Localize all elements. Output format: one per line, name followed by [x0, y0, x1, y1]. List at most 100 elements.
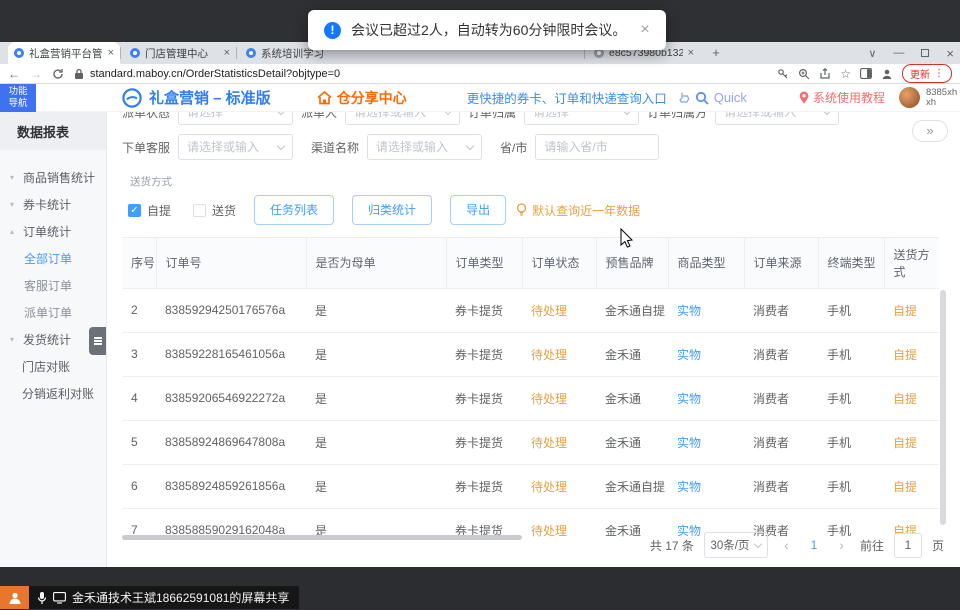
- table-row: 3 83859228165461056a 是 券卡提货 待处理 金禾通 实物 消…: [122, 332, 939, 376]
- toast-close-icon[interactable]: ×: [640, 21, 649, 39]
- share-center-label: 仓分享中心: [337, 88, 407, 108]
- sidebar-collapse-handle[interactable]: [89, 327, 106, 355]
- order-owner-party-input[interactable]: [724, 112, 818, 119]
- chevron-down-icon: [277, 112, 285, 115]
- col-order-source[interactable]: 订单来源: [744, 238, 818, 288]
- profile-icon[interactable]: [881, 68, 893, 80]
- order-owner-select[interactable]: [524, 112, 639, 125]
- share-icon[interactable]: [819, 68, 831, 80]
- province-city-input[interactable]: [544, 140, 650, 154]
- tab-close-icon[interactable]: ×: [688, 47, 694, 59]
- checkbox-checked-icon[interactable]: ✓: [128, 204, 141, 217]
- cell-product-type-link[interactable]: 实物: [668, 464, 744, 508]
- channel-name-select[interactable]: [367, 134, 482, 160]
- col-ship-method[interactable]: 送货方式: [884, 238, 939, 288]
- vertical-scrollbar[interactable]: [940, 290, 946, 525]
- chrome-update-chip[interactable]: 更新 ⋮: [902, 64, 952, 83]
- order-owner-party-select[interactable]: [715, 112, 839, 125]
- browser-tab-2[interactable]: 门店管理中心 ×: [124, 42, 236, 64]
- channel-name-input[interactable]: [376, 140, 461, 154]
- sidebar-item-order-stats[interactable]: ▴ 订单统计: [0, 218, 106, 245]
- warehouse-icon: [317, 91, 332, 105]
- col-is-parent[interactable]: 是否为母单: [306, 238, 446, 288]
- sidebar-item-store-reconcile[interactable]: 门店对账: [0, 353, 106, 380]
- pickup-checkbox[interactable]: ✓ 自提: [128, 202, 171, 219]
- col-order-type[interactable]: 订单类型: [446, 238, 522, 288]
- function-nav-toggle[interactable]: 功能 导航: [0, 84, 36, 112]
- col-order-no[interactable]: 订单号: [156, 238, 306, 288]
- bookmark-star-icon[interactable]: ☆: [840, 67, 851, 81]
- order-owner-input[interactable]: [533, 112, 618, 119]
- prev-page-button[interactable]: ‹: [778, 537, 795, 553]
- cell-order-status: 待处理: [522, 420, 596, 464]
- forward-icon[interactable]: →: [30, 67, 42, 81]
- expand-filters-button[interactable]: »: [912, 120, 948, 142]
- goto-page-input[interactable]: [894, 533, 922, 558]
- cell-product-type-link[interactable]: 实物: [668, 420, 744, 464]
- cell-presale-brand: 金禾通自提: [596, 288, 668, 332]
- cell-is-parent: 是: [306, 376, 446, 420]
- sidebar-item-dispatch-orders[interactable]: 派单订单: [0, 299, 106, 326]
- col-index[interactable]: 序号: [122, 238, 156, 288]
- category-stats-button[interactable]: 归类统计: [352, 195, 432, 225]
- minimize-button[interactable]: —: [893, 47, 904, 59]
- restore-button[interactable]: [921, 49, 929, 57]
- tutorial-link[interactable]: 系统使用教程: [799, 89, 885, 106]
- controls-row: ✓ 自提 送货 任务列表 归类统计 导出 默认查询近一年数据: [128, 195, 960, 225]
- zoom-icon[interactable]: [798, 68, 810, 80]
- tab-divider: [236, 47, 237, 59]
- query-tip-text: 默认查询近一年数据: [532, 202, 640, 219]
- cell-order-status: 待处理: [522, 288, 596, 332]
- dispatcher-input[interactable]: [354, 112, 439, 119]
- chrome-menu-icon[interactable]: ⋮: [934, 68, 944, 79]
- close-window-button[interactable]: ×: [946, 46, 954, 61]
- tab-search-icon[interactable]: ∨: [868, 47, 876, 60]
- tab-close-icon[interactable]: ×: [108, 47, 114, 59]
- dispatcher-select[interactable]: [345, 112, 460, 125]
- split-view-icon[interactable]: [860, 68, 872, 79]
- back-icon[interactable]: ←: [8, 67, 20, 81]
- dispatch-status-input[interactable]: [187, 112, 272, 119]
- service-agent-select[interactable]: [178, 134, 293, 160]
- key-icon[interactable]: [777, 68, 789, 80]
- pagination: 共 17 条 30条/页 ‹ 1 › 前往 页: [650, 532, 944, 558]
- share-center-link[interactable]: 仓分享中心: [317, 88, 407, 108]
- person-icon: [8, 591, 22, 605]
- horizontal-scrollbar[interactable]: [122, 535, 522, 540]
- quick-entry-text: 更快捷的券卡、订单和快递查询入口: [467, 88, 667, 107]
- sidebar-item-all-orders[interactable]: 全部订单: [0, 245, 106, 272]
- microphone-icon[interactable]: [37, 591, 47, 605]
- col-order-status[interactable]: 订单状态: [522, 238, 596, 288]
- chevron-down-icon: [623, 112, 631, 115]
- dispatch-status-select[interactable]: [178, 112, 293, 125]
- quick-search[interactable]: Quick: [677, 90, 747, 105]
- sidebar-item-coupon-stats[interactable]: ▾ 券卡统计: [0, 191, 106, 218]
- lock-icon[interactable]: [74, 68, 84, 80]
- col-terminal-type[interactable]: 终端类型: [818, 238, 884, 288]
- task-list-button[interactable]: 任务列表: [254, 195, 334, 225]
- sidebar-item-product-sales[interactable]: ▾ 商品销售统计: [0, 164, 106, 191]
- next-page-button[interactable]: ›: [833, 537, 850, 553]
- tab-close-icon[interactable]: ×: [224, 47, 230, 59]
- col-product-type[interactable]: 商品类型: [668, 238, 744, 288]
- delivery-checkbox[interactable]: 送货: [193, 202, 236, 219]
- reload-icon[interactable]: [52, 68, 64, 80]
- cell-product-type-link[interactable]: 实物: [668, 288, 744, 332]
- checkbox-unchecked-icon[interactable]: [193, 204, 206, 217]
- screen-share-icon[interactable]: [53, 592, 66, 604]
- app-title: 礼盒营销 – 标准版: [149, 87, 271, 108]
- service-agent-input[interactable]: [187, 140, 272, 154]
- province-city-field[interactable]: [535, 134, 659, 160]
- new-tab-button[interactable]: +: [708, 45, 724, 61]
- current-page[interactable]: 1: [805, 538, 824, 552]
- user-menu[interactable]: 8385xh xh: [899, 87, 957, 108]
- export-button[interactable]: 导出: [450, 195, 506, 225]
- cell-product-type-link[interactable]: 实物: [668, 376, 744, 420]
- address-field[interactable]: standard.maboy.cn/OrderStatisticsDetail?…: [74, 66, 767, 82]
- page-size-select[interactable]: 30条/页: [704, 532, 768, 558]
- sidebar-item-rebate-reconcile[interactable]: 分销返利对账: [0, 380, 106, 407]
- sidebar-item-service-orders[interactable]: 客服订单: [0, 272, 106, 299]
- bulb-icon: [516, 203, 527, 217]
- cell-product-type-link[interactable]: 实物: [668, 332, 744, 376]
- browser-tab-1[interactable]: 礼盒营销平台管理中心 ×: [8, 42, 120, 64]
